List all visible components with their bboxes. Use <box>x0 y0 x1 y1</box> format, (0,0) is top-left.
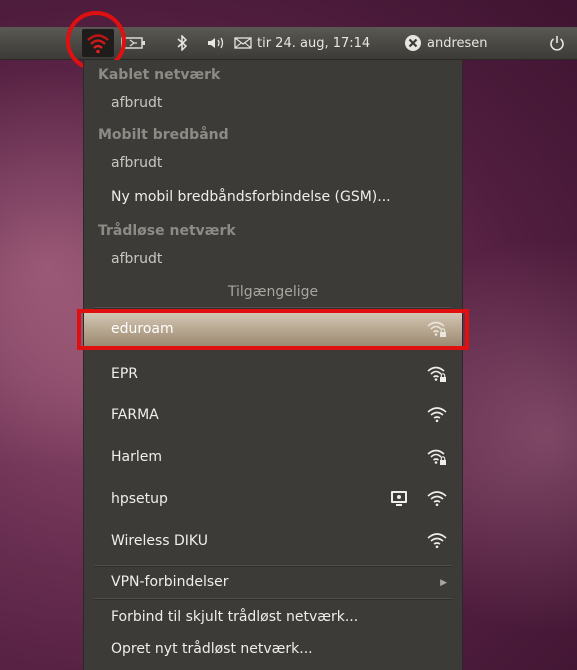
new-mobile-connection-item[interactable]: Ny mobil bredbåndsforbindelse (GSM)... <box>84 180 462 214</box>
user-status-icon[interactable] <box>404 27 422 59</box>
wireless-header: Trådløse netværk <box>98 223 236 239</box>
clock-label[interactable]: tir 24. aug, 17:14 <box>257 27 370 59</box>
create-new-network-item[interactable]: Opret nyt trådløst netværk... <box>84 633 462 665</box>
wired-status: afbrudt <box>111 95 163 111</box>
power-icon[interactable] <box>549 27 565 59</box>
wifi-signal-icon <box>427 533 447 549</box>
network-item-farma[interactable]: FARMA <box>84 394 462 436</box>
network-item-harlem[interactable]: Harlem <box>84 436 462 478</box>
annotation-rectangle <box>77 309 469 350</box>
wifi-secure-icon <box>427 449 446 465</box>
separator <box>94 598 452 600</box>
vpn-connections-item[interactable]: VPN-forbindelser ▶ <box>84 567 462 597</box>
submenu-arrow-icon: ▶ <box>440 578 447 588</box>
user-name[interactable]: andresen <box>427 27 488 59</box>
adhoc-computer-icon <box>391 491 407 506</box>
network-item-wireless-diku[interactable]: Wireless DIKU <box>84 520 462 562</box>
wired-header: Kablet netværk <box>98 67 221 83</box>
network-item-hpsetup[interactable]: hpsetup <box>84 478 462 520</box>
mobile-status: afbrudt <box>111 155 163 171</box>
volume-icon[interactable] <box>207 27 229 59</box>
bluetooth-icon[interactable] <box>176 27 188 59</box>
mobile-header: Mobilt bredbånd <box>98 127 229 143</box>
mail-icon[interactable] <box>234 27 252 59</box>
network-item-epr[interactable]: EPR <box>84 354 462 394</box>
network-menu: Kablet netværk afbrudt Mobilt bredbånd a… <box>83 60 463 670</box>
wireless-status: afbrudt <box>111 251 163 267</box>
wifi-signal-icon <box>427 407 447 423</box>
connect-hidden-network-item[interactable]: Forbind til skjult trådløst netværk... <box>84 601 462 633</box>
available-label: Tilgængelige <box>227 284 319 300</box>
wifi-signal-icon <box>427 491 447 507</box>
wifi-secure-icon <box>427 366 446 382</box>
